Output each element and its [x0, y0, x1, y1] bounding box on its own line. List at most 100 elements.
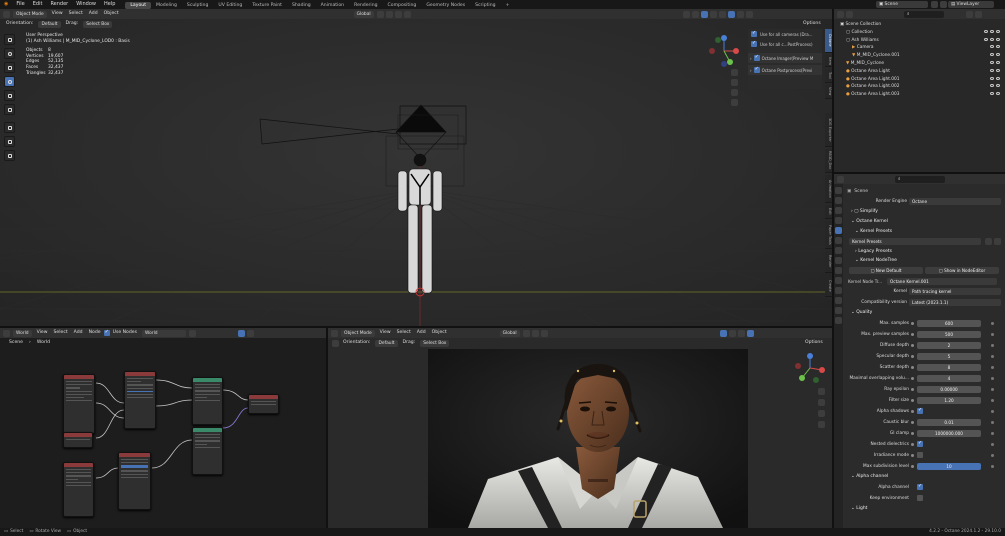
decorator-dot-icon[interactable]	[991, 465, 994, 468]
viewlayer-selector[interactable]: ▤ ViewLayer	[948, 1, 994, 8]
navigation-gizmo[interactable]	[792, 352, 828, 388]
blender-logo-icon[interactable]: ◉	[0, 0, 12, 9]
shading-rendered-icon[interactable]	[746, 329, 754, 337]
orientation-dropdown[interactable]: Default	[375, 339, 398, 347]
drag-dropdown[interactable]: Select Box	[83, 20, 113, 28]
quality-value-field[interactable]: 500	[917, 331, 981, 338]
show-in-nodeeditor-button[interactable]: ▢ Show in NodeEditor	[925, 267, 999, 274]
snap-icon[interactable]	[531, 329, 539, 337]
menu-render[interactable]: Render	[46, 0, 72, 9]
tab-rendering[interactable]: Rendering	[349, 2, 382, 9]
keyframe-dot-icon[interactable]	[911, 410, 914, 413]
menu-window[interactable]: Window	[72, 0, 100, 9]
visibility-icons[interactable]	[989, 83, 1001, 91]
quality-panel-header[interactable]: ⌄ Quality	[845, 308, 1005, 318]
side-tab-create[interactable]: Create	[825, 275, 832, 297]
perspective-grid-icon[interactable]	[818, 421, 825, 428]
expand-chevron-icon[interactable]: ›	[750, 68, 752, 73]
decorator-dot-icon[interactable]	[991, 322, 994, 325]
tab-sculpting[interactable]: Sculpting	[182, 2, 213, 9]
drag-dropdown[interactable]: Select Box	[420, 339, 450, 347]
side-tab-render[interactable]: Render	[825, 251, 832, 273]
node-texture-b[interactable]	[63, 432, 93, 448]
alpha-panel-header[interactable]: ⌄ Alpha channel	[845, 472, 1005, 482]
object-tab-icon[interactable]	[835, 247, 842, 254]
decorator-dot-icon[interactable]	[991, 410, 994, 413]
options-dropdown[interactable]: Options	[802, 339, 826, 347]
shading-solid-icon[interactable]	[727, 10, 735, 18]
node-mapping[interactable]	[124, 371, 156, 429]
new-collection-icon[interactable]	[975, 10, 982, 18]
data-tab-icon[interactable]	[835, 297, 842, 304]
transform-tool-icon[interactable]	[4, 104, 15, 115]
legacy-presets-subheader[interactable]: › Legacy Presets	[845, 247, 1005, 256]
editor-type-icon[interactable]	[837, 10, 844, 18]
shading-material-icon[interactable]	[736, 10, 744, 18]
node-editor[interactable]: World View Select Add Node Use Nodes Wor…	[0, 328, 326, 528]
camera-view-icon[interactable]	[731, 89, 738, 96]
camera-view-icon[interactable]	[818, 410, 825, 417]
measure-tool-icon[interactable]	[4, 136, 15, 147]
pivot-icon[interactable]	[376, 10, 384, 18]
area-divider-vertical-bottom[interactable]	[326, 328, 328, 528]
add-preset-icon[interactable]	[985, 238, 992, 245]
keyframe-dot-icon[interactable]	[911, 421, 914, 424]
node-texture-a[interactable]	[63, 374, 95, 434]
particles-tab-icon[interactable]	[835, 267, 842, 274]
orientation-dropdown[interactable]: Default	[38, 20, 61, 28]
side-tab-rb3d[interactable]: RB3D_Doc	[825, 149, 832, 173]
kernel-presets-subheader[interactable]: ⌄ Kernel Presets	[845, 227, 1005, 236]
octane-kernel-panel-header[interactable]: ⌄ Octane Kernel	[845, 217, 1005, 227]
scene-new-icon[interactable]	[931, 1, 938, 8]
decorator-dot-icon[interactable]	[991, 355, 994, 358]
area-divider-outliner[interactable]	[834, 172, 1005, 174]
outliner-row-area-light[interactable]: ● Octane Area Light	[834, 68, 1005, 76]
output-tab-icon[interactable]	[835, 207, 842, 214]
render-tab-icon[interactable]	[835, 197, 842, 204]
tab-animation[interactable]: Animation	[316, 2, 349, 9]
quality-value-field[interactable]: 600	[917, 320, 981, 327]
pan-hand-icon[interactable]	[818, 399, 825, 406]
use-all-cameras-checkbox[interactable]	[751, 30, 757, 37]
options-dropdown[interactable]: Options	[800, 20, 824, 28]
zoom-icon[interactable]	[731, 69, 738, 76]
keyframe-dot-icon[interactable]	[911, 333, 914, 336]
side-tab-animation[interactable]: Animation	[825, 175, 832, 203]
proportional-edit-icon[interactable]	[540, 329, 548, 337]
decorator-dot-icon[interactable]	[991, 344, 994, 347]
decorator-dot-icon[interactable]	[991, 399, 994, 402]
outliner-row-ash-williams[interactable]: ▢ Ash Williams	[834, 37, 1005, 45]
scene-tab-icon[interactable]	[835, 227, 842, 234]
remove-preset-icon[interactable]	[994, 238, 1001, 245]
proportional-edit-icon[interactable]	[403, 10, 411, 18]
kernel-nodetree-subheader[interactable]: ⌄ Kernel NodeTree	[845, 256, 1005, 265]
scene-selector[interactable]: ▣ Scene	[876, 1, 928, 8]
snap-icon[interactable]	[385, 10, 393, 18]
mode-selector[interactable]: Object Mode	[341, 329, 375, 337]
select-tool-icon[interactable]	[4, 34, 15, 45]
visibility-icons[interactable]	[989, 60, 1001, 68]
keyframe-dot-icon[interactable]	[911, 454, 914, 457]
decorator-dot-icon[interactable]	[991, 432, 994, 435]
world-tab-icon[interactable]	[835, 237, 842, 244]
editor-type-icon[interactable]	[3, 10, 10, 18]
side-tab-3dg-exporter[interactable]: 3DG Exporter	[825, 113, 832, 147]
side-tab-octane[interactable]: Octane	[825, 29, 832, 53]
outliner-row-area-light-003[interactable]: ● Octane Area Light.003	[834, 91, 1005, 99]
node-texture-c[interactable]	[63, 462, 94, 517]
gizmo-toggle-icon[interactable]	[691, 10, 699, 18]
tab-texture-paint[interactable]: Texture Paint	[247, 2, 287, 9]
tab-modeling[interactable]: Modeling	[151, 2, 182, 9]
display-mode-icon[interactable]	[846, 10, 853, 18]
node-color-ramp[interactable]	[118, 452, 151, 510]
side-tab-edit[interactable]: Edit	[825, 205, 832, 219]
visibility-icon[interactable]	[682, 10, 690, 18]
keyframe-dot-icon[interactable]	[911, 366, 914, 369]
decorator-dot-icon[interactable]	[991, 377, 994, 380]
transform-orientation[interactable]: Global	[353, 10, 374, 18]
expand-chevron-icon[interactable]: ›	[750, 56, 752, 61]
keyframe-dot-icon[interactable]	[911, 377, 914, 380]
modifier-tab-icon[interactable]	[835, 257, 842, 264]
quality-value-field[interactable]: 1.20	[917, 397, 981, 404]
transform-orientation[interactable]: Global	[499, 329, 520, 337]
